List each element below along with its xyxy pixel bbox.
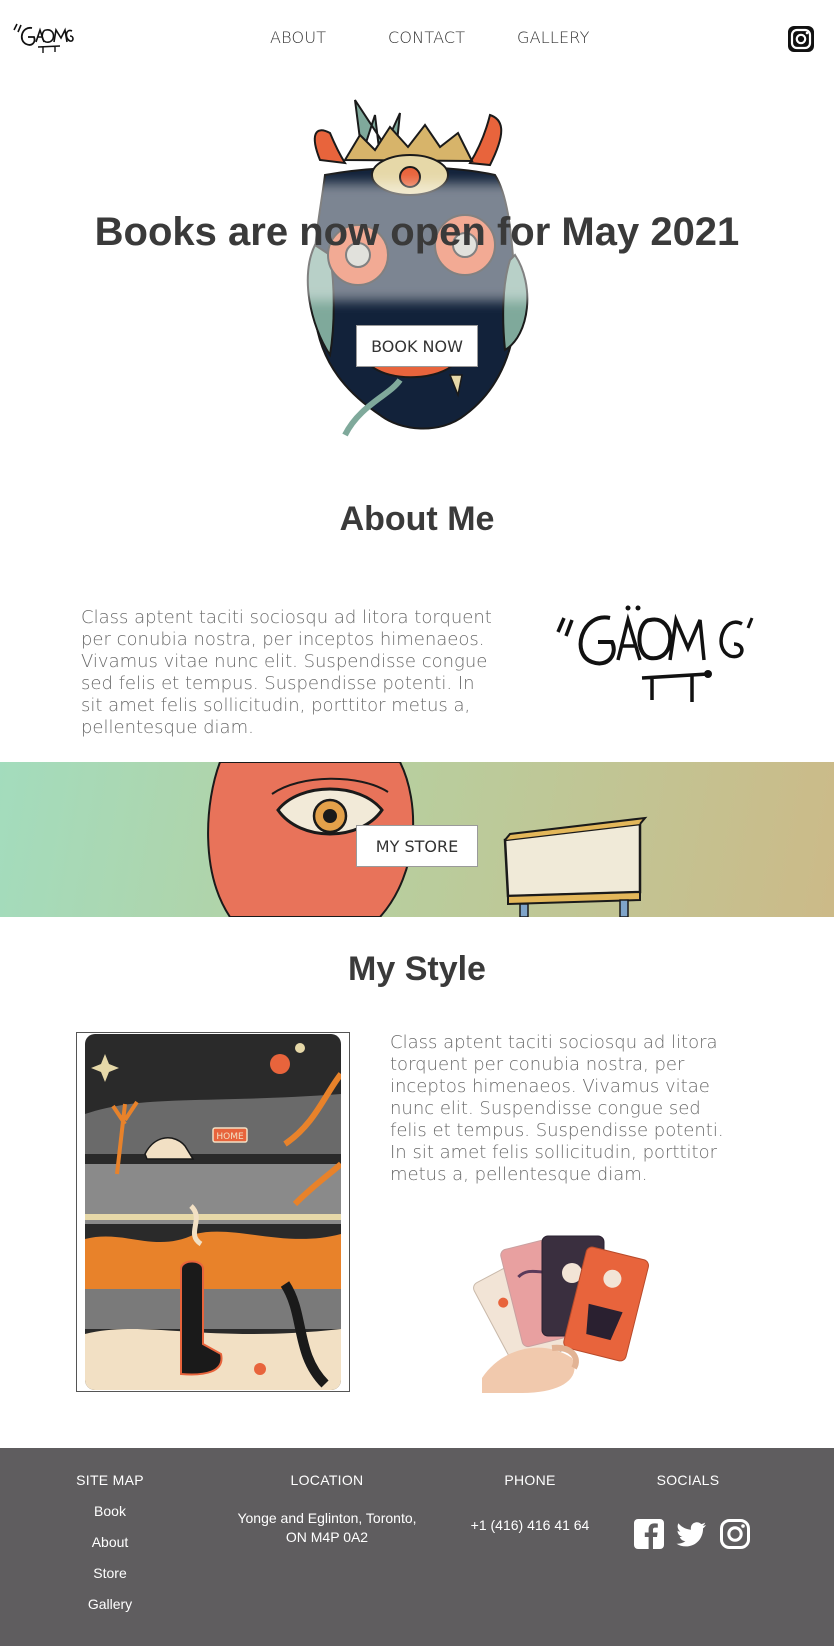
phone-number[interactable]: +1 (416) 416 41 64 [450,1517,610,1533]
facebook-icon[interactable] [633,1518,665,1550]
footer-socials: SOCIALS [628,1472,748,1488]
book-now-button[interactable]: BOOK NOW [356,325,478,367]
my-store-button[interactable]: MY STORE [356,825,478,867]
location-heading: LOCATION [290,1472,364,1488]
style-title: My Style [348,950,486,988]
hero-section: Books are now open for May 2021 BOOK NOW [0,95,834,470]
address-line-1: Yonge and Eglinton, Toronto, [237,1510,417,1526]
nav-about-link[interactable]: ABOUT [270,28,326,47]
style-text: Class aptent taciti sociosqu ad litora t… [390,1032,724,1185]
about-text: Class aptent taciti sociosqu ad litora t… [81,607,492,738]
footer-link-book[interactable]: Book [60,1503,160,1520]
nav-contact-link[interactable]: CONTACT [388,28,465,47]
instagram-icon[interactable] [719,1518,751,1550]
nav-gallery-link[interactable]: GALLERY [517,28,590,47]
social-icons [633,1518,753,1552]
twitter-icon[interactable] [675,1518,707,1550]
footer-link-store[interactable]: Store [60,1565,160,1582]
phone-heading: PHONE [504,1472,556,1488]
tarot-cards-photo [473,1235,649,1393]
top-nav: ABOUT CONTACT GALLERY [0,0,834,80]
ghome-logo-large [556,605,754,702]
poster-sign-text: HOME [216,1132,244,1142]
instagram-icon[interactable] [788,26,814,52]
ghome-logo[interactable] [10,20,76,58]
address-line-2: ON M4P 0A2 [285,1529,369,1545]
poster-frame: HOME [76,1032,350,1392]
location-address: Yonge and Eglinton, Toronto, ON M4P 0A2 [221,1509,433,1547]
socials-heading: SOCIALS [656,1472,720,1488]
about-title: About Me [339,500,495,538]
sitemap-heading: SITE MAP [76,1472,144,1488]
footer-phone: PHONE +1 (416) 416 41 64 [450,1472,610,1533]
footer-location: LOCATION Yonge and Eglinton, Toronto, ON… [221,1472,433,1547]
footer-link-gallery[interactable]: Gallery [60,1596,160,1613]
poster-illustration: HOME [85,1034,341,1390]
footer-link-about[interactable]: About [60,1534,160,1551]
hero-title: Books are now open for May 2021 [94,210,740,254]
footer-sitemap: SITE MAP Book About Store Gallery [60,1472,160,1613]
